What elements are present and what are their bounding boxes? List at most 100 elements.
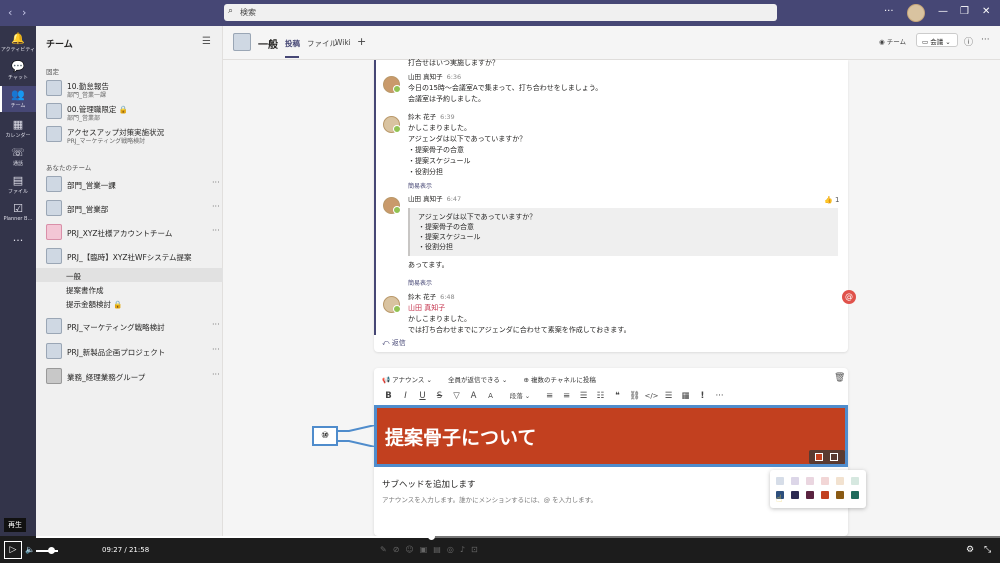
more-icon[interactable]: ··· [711,391,728,401]
fullscreen-icon[interactable]: ⤡ [984,545,991,555]
font-size-button[interactable]: A [482,392,499,400]
paragraph-dropdown[interactable]: 段落 ⌄ [499,390,541,400]
indent-in-button[interactable]: ≡ [558,391,575,401]
color-swatch[interactable] [851,477,859,485]
avatar[interactable] [383,76,401,93]
more-icon[interactable]: ··· [981,35,990,45]
highlight-button[interactable]: ▽ [448,391,465,401]
color-swatch[interactable] [806,491,814,499]
italic-button[interactable]: I [397,391,414,401]
color-swatch[interactable] [791,491,799,499]
color-swatch[interactable] [776,477,784,485]
more-icon[interactable]: ··· [212,345,220,354]
collapse-link[interactable]: 簡易表示 [408,181,432,190]
more-icon[interactable]: ··· [884,6,894,17]
color-swatch[interactable] [821,491,829,499]
more-icon[interactable]: ··· [212,178,220,187]
progress-handle[interactable] [428,533,435,540]
volume-icon[interactable]: 🔈 [25,545,35,554]
channel-pricing[interactable]: 提示金額検討 🔒 [66,299,123,310]
color-swatch[interactable] [851,491,859,499]
team-item[interactable]: アクセスアップ対策実施状況 PRJ_マーケティング戦略検討 [46,124,223,146]
like-reaction[interactable]: 👍 1 [824,196,839,204]
code-button[interactable]: </> [643,392,660,400]
gear-icon[interactable]: ⚙ [966,545,974,555]
rail-files[interactable]: ▤ ファイル [0,174,36,198]
color-swatch[interactable] [806,477,814,485]
tab-wiki[interactable]: Wiki [335,38,351,47]
reply-button[interactable]: ⤺ 返信 [382,338,406,348]
multi-channel-button[interactable]: ⊕ 複数のチャネルに投稿 [523,376,595,384]
back-icon[interactable]: ‹ [8,6,12,19]
avatar[interactable] [383,116,401,133]
rail-activity[interactable]: 🔔 アクティビティ [0,32,36,56]
rail-more[interactable]: ··· [0,234,36,248]
team-item[interactable]: PRJ_マーケティング戦略検討 ··· [46,316,223,338]
number-list-button[interactable]: ☷ [592,391,609,401]
banner-title[interactable]: 提案骨子について [385,423,536,450]
team-item[interactable]: 10.勤怠報告 部門_営業一課 [46,78,223,100]
tab-posts[interactable]: 投稿 [285,38,300,49]
filter-icon[interactable]: ☰ [202,36,211,47]
team-item[interactable]: PRJ_【臨時】XYZ社WFシステム提案 [46,246,223,268]
rail-planner[interactable]: ☑ Planner B… [0,202,36,226]
team-item[interactable]: 部門_営業一課 ··· [46,174,223,196]
subhead-input[interactable]: サブヘッドを追加します [382,478,476,490]
underline-button[interactable]: U [414,391,431,401]
channel-proposal[interactable]: 提案書作成 [66,285,104,296]
team-item[interactable]: 部門_営業部 ··· [46,198,223,220]
rail-teams[interactable]: 👥 チーム [0,86,36,112]
mention[interactable]: 山田 真知子 [408,303,631,314]
more-icon[interactable]: ··· [212,370,220,379]
team-item[interactable]: PRJ_新製品企画プロジェクト ··· [46,341,223,363]
meet-button[interactable]: ▭ 会議 ⌄ [916,33,958,47]
color-swatch[interactable] [791,477,799,485]
color-swatch[interactable] [821,477,829,485]
link-button[interactable]: ⛓ [626,391,643,401]
important-button[interactable]: ! [694,391,711,401]
mention-badge[interactable]: @ [842,290,856,304]
search-input[interactable]: ⌕ 検索 [224,4,777,21]
restore-icon[interactable]: ❐ [960,6,969,17]
close-icon[interactable]: ✕ [982,6,990,17]
strike-button[interactable]: S [431,391,448,401]
volume-handle[interactable] [48,547,55,554]
table-button[interactable]: ▦ [677,391,694,401]
rail-calls[interactable]: ☏ 通話 [0,146,36,170]
trash-icon[interactable]: 🗑 [834,373,845,383]
reply-permission-dropdown[interactable]: 全員が返信できる ⌄ [448,376,507,384]
channel-general[interactable]: 一般 [66,271,81,282]
add-tab-icon[interactable]: + [357,35,366,48]
font-color-button[interactable]: A [465,391,482,401]
info-icon[interactable]: ⓘ [964,35,973,48]
indent-out-button[interactable]: ≡ [541,391,558,401]
rail-chat[interactable]: 💬 チャット [0,60,36,84]
color-picker-icon[interactable] [815,453,823,461]
rail-calendar[interactable]: ▦ カレンダー [0,118,36,142]
avatar[interactable] [907,4,925,22]
avatar[interactable] [383,296,401,313]
announcement-dropdown[interactable]: 📢 アナウンス ⌄ [382,376,432,384]
bullet-list-button[interactable]: ☰ [575,391,592,401]
team-button[interactable]: ◉ チーム [879,36,906,46]
quote-button[interactable]: ❝ [609,391,626,401]
image-icon[interactable] [830,453,838,461]
collapse-link[interactable]: 簡易表示 [408,278,432,287]
more-icon[interactable]: ··· [212,226,220,235]
more-icon[interactable]: ··· [212,320,220,329]
divider-button[interactable]: ☰ [660,391,677,401]
forward-icon[interactable]: › [22,6,26,19]
color-swatch[interactable] [836,477,844,485]
tab-files[interactable]: ファイル [307,38,337,49]
play-button[interactable]: ▷ [4,541,22,559]
avatar[interactable] [383,197,401,214]
announcement-banner[interactable]: 提案骨子について [374,405,848,467]
body-input[interactable]: アナウンスを入力します。誰かにメンションするには、@ を入力します。 [382,494,597,504]
team-item[interactable]: 00.管理職限定 🔒 部門_営業部 [46,101,223,123]
team-item[interactable]: PRJ_XYZ社様アカウントチーム ··· [46,222,223,244]
minimize-icon[interactable]: — [938,6,948,17]
color-swatch[interactable] [836,491,844,499]
bold-button[interactable]: B [380,391,397,401]
more-icon[interactable]: ··· [212,202,220,211]
team-item[interactable]: 業務_経理業務グループ ··· [46,366,223,388]
